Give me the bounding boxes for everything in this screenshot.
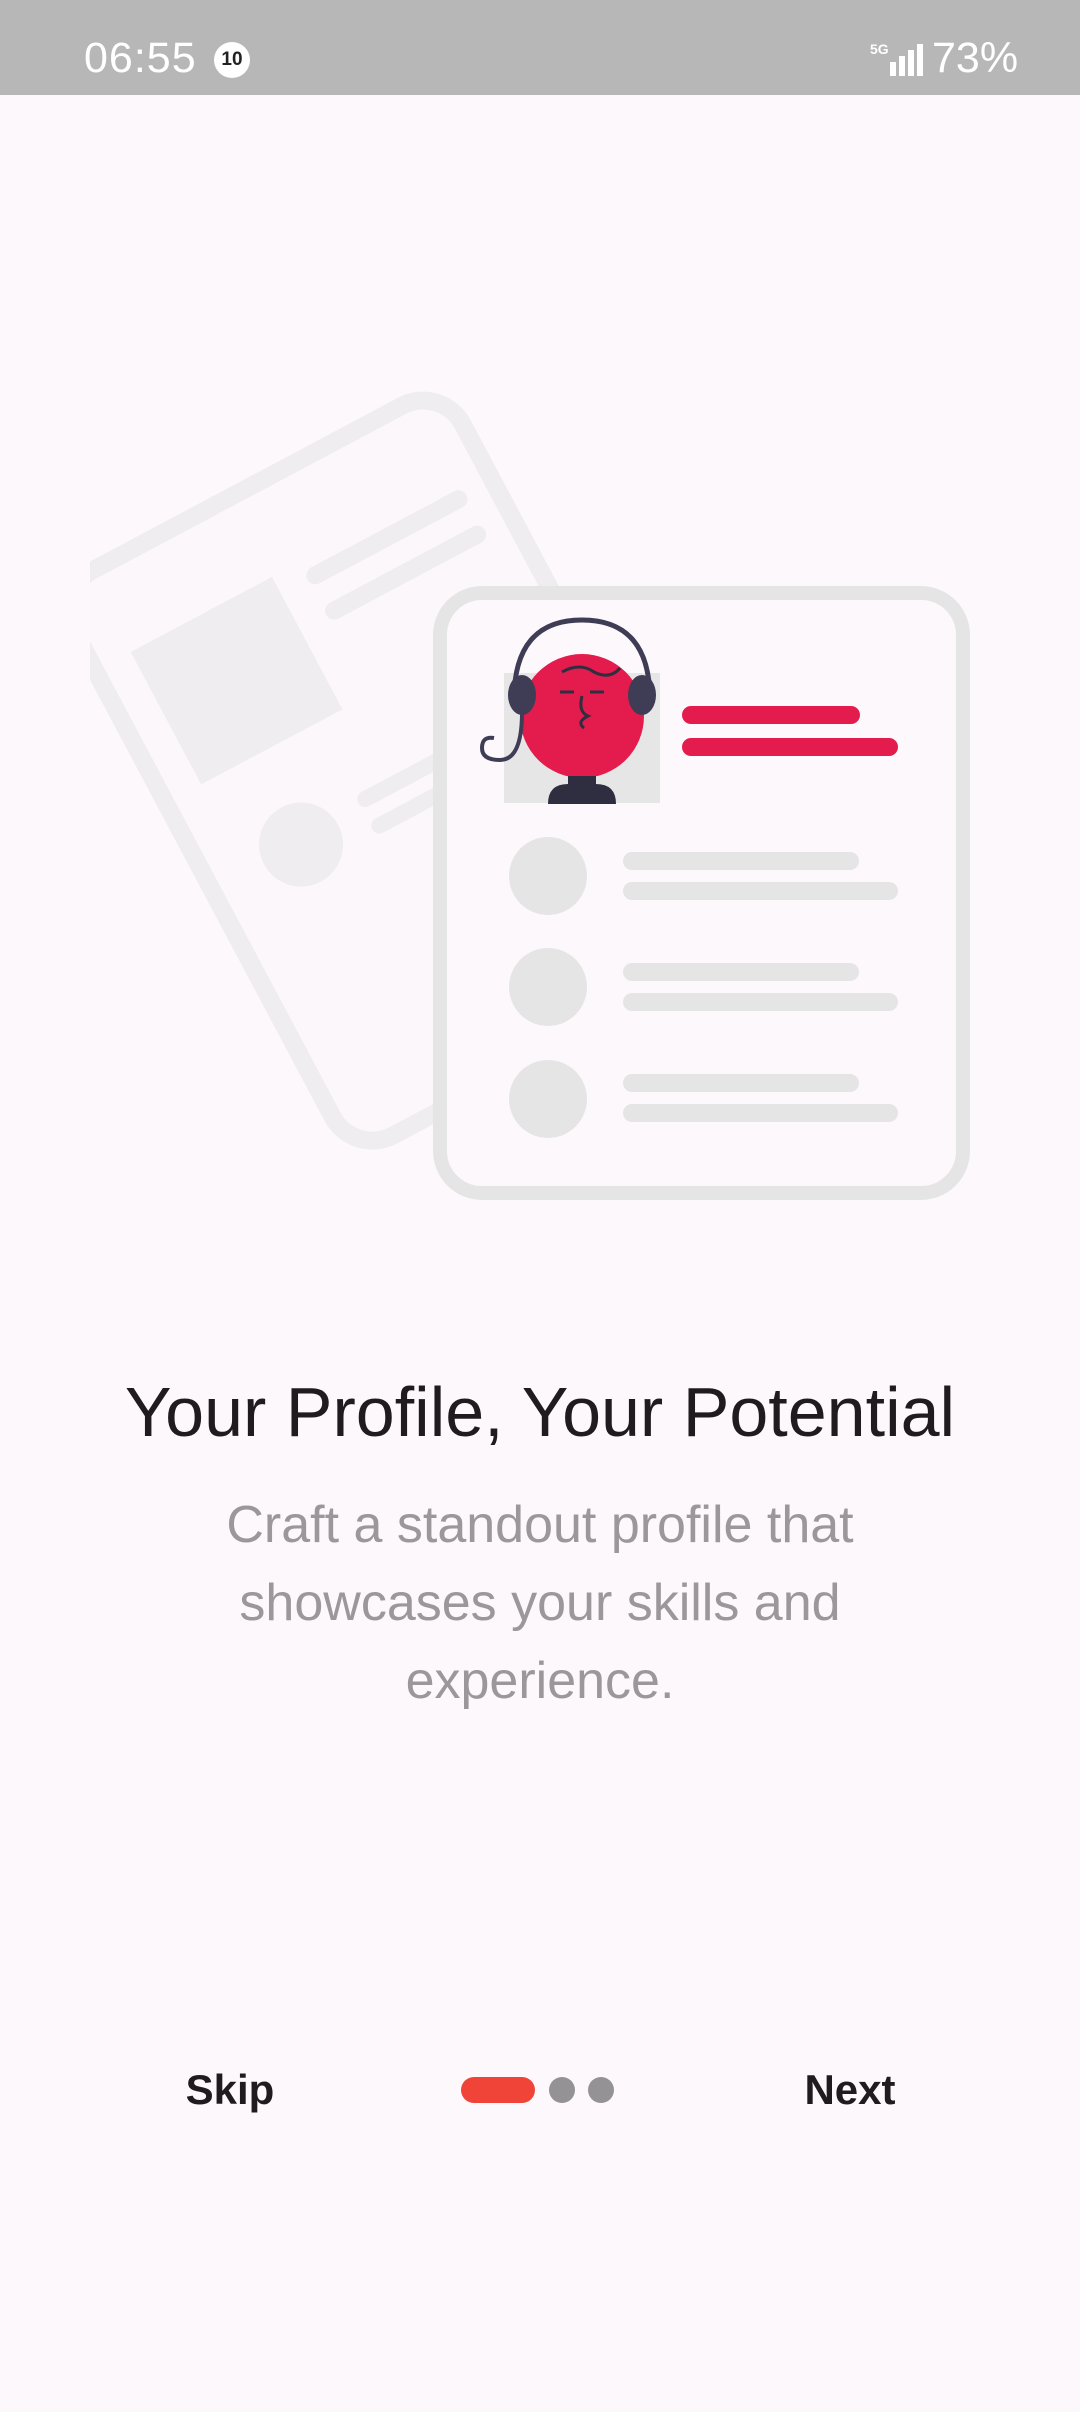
onboarding-subtitle: Craft a standout profile that showcases … bbox=[226, 1496, 854, 1710]
notification-count-badge: 10 bbox=[214, 42, 250, 78]
signal-icon: 5G bbox=[870, 41, 923, 76]
onboarding-title: Your Profile, Your Potential bbox=[124, 1373, 956, 1451]
page-dot[interactable] bbox=[549, 2077, 575, 2103]
status-time: 06:55 bbox=[84, 34, 197, 82]
profile-illustration bbox=[90, 391, 970, 1200]
page-dot-active[interactable] bbox=[461, 2077, 535, 2103]
onboarding-navigation: Skip Next bbox=[0, 2050, 1080, 2130]
next-button[interactable]: Next bbox=[770, 2050, 930, 2130]
profile-card bbox=[433, 586, 970, 1200]
network-type-label: 5G bbox=[870, 41, 889, 57]
status-bar: 06:55 10 5G 73% bbox=[0, 0, 1080, 95]
page-dot[interactable] bbox=[588, 2077, 614, 2103]
skip-button[interactable]: Skip bbox=[150, 2050, 310, 2130]
battery-level: 73% bbox=[932, 34, 1019, 82]
